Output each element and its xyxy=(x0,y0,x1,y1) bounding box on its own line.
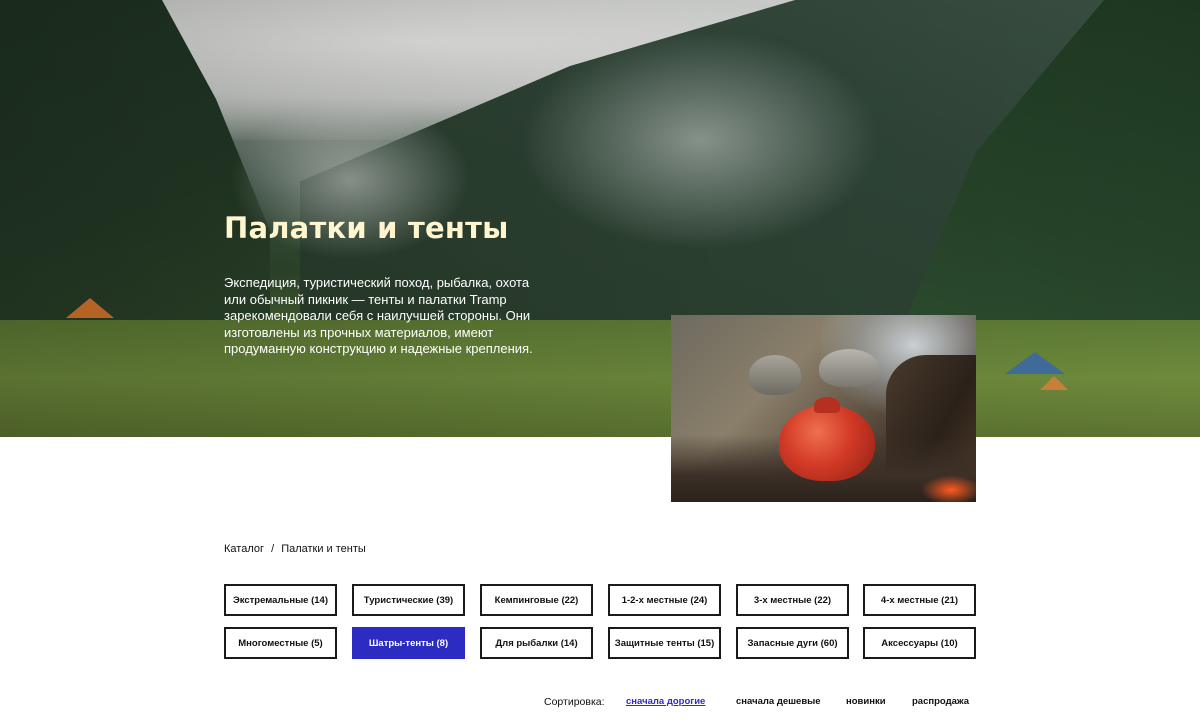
sort-bar: Сортировка: сначала дорогие сначала деше… xyxy=(544,694,976,710)
sort-label: Сортировка: xyxy=(544,696,605,708)
kettle-shape xyxy=(819,349,879,387)
category-button[interactable]: Экстремальные (14) xyxy=(224,584,337,616)
category-button[interactable]: Кемпинговые (22) xyxy=(480,584,593,616)
sort-option-sale[interactable]: распродажа xyxy=(912,696,969,707)
category-button[interactable]: Аксессуары (10) xyxy=(863,627,976,659)
campfire-kettle-photo xyxy=(671,315,976,502)
breadcrumb-current: Палатки и тенты xyxy=(281,543,366,555)
category-button[interactable]: 3-х местные (22) xyxy=(736,584,849,616)
breadcrumb-catalog-link[interactable]: Каталог xyxy=(224,543,264,555)
kettle-lid-shape xyxy=(814,397,840,413)
category-button[interactable]: Многоместные (5) xyxy=(224,627,337,659)
category-button[interactable]: Запасные дуги (60) xyxy=(736,627,849,659)
category-button[interactable]: Защитные тенты (15) xyxy=(608,627,721,659)
sort-option-cheap-first[interactable]: сначала дешевые xyxy=(736,696,821,707)
red-kettle-shape xyxy=(779,405,875,481)
kettle-shape xyxy=(749,355,801,395)
hero-banner: Палатки и тенты Экспедиция, туристически… xyxy=(0,0,1200,437)
sort-option-expensive-first[interactable]: сначала дорогие xyxy=(626,696,705,707)
category-button[interactable]: 1-2-х местные (24) xyxy=(608,584,721,616)
category-button-active[interactable]: Шатры-тенты (8) xyxy=(352,627,465,659)
photo-ember xyxy=(921,475,976,502)
category-button[interactable]: Для рыбалки (14) xyxy=(480,627,593,659)
sort-option-new[interactable]: новинки xyxy=(846,696,886,707)
breadcrumb: Каталог / Палатки и тенты xyxy=(224,543,366,555)
category-button[interactable]: 4-х местные (21) xyxy=(863,584,976,616)
category-button[interactable]: Туристические (39) xyxy=(352,584,465,616)
page-title: Палатки и тенты xyxy=(224,211,509,245)
hero-shade xyxy=(0,0,1200,437)
hero-description: Экспедиция, туристический поход, рыбалка… xyxy=(224,275,533,356)
breadcrumb-separator: / xyxy=(271,543,275,555)
